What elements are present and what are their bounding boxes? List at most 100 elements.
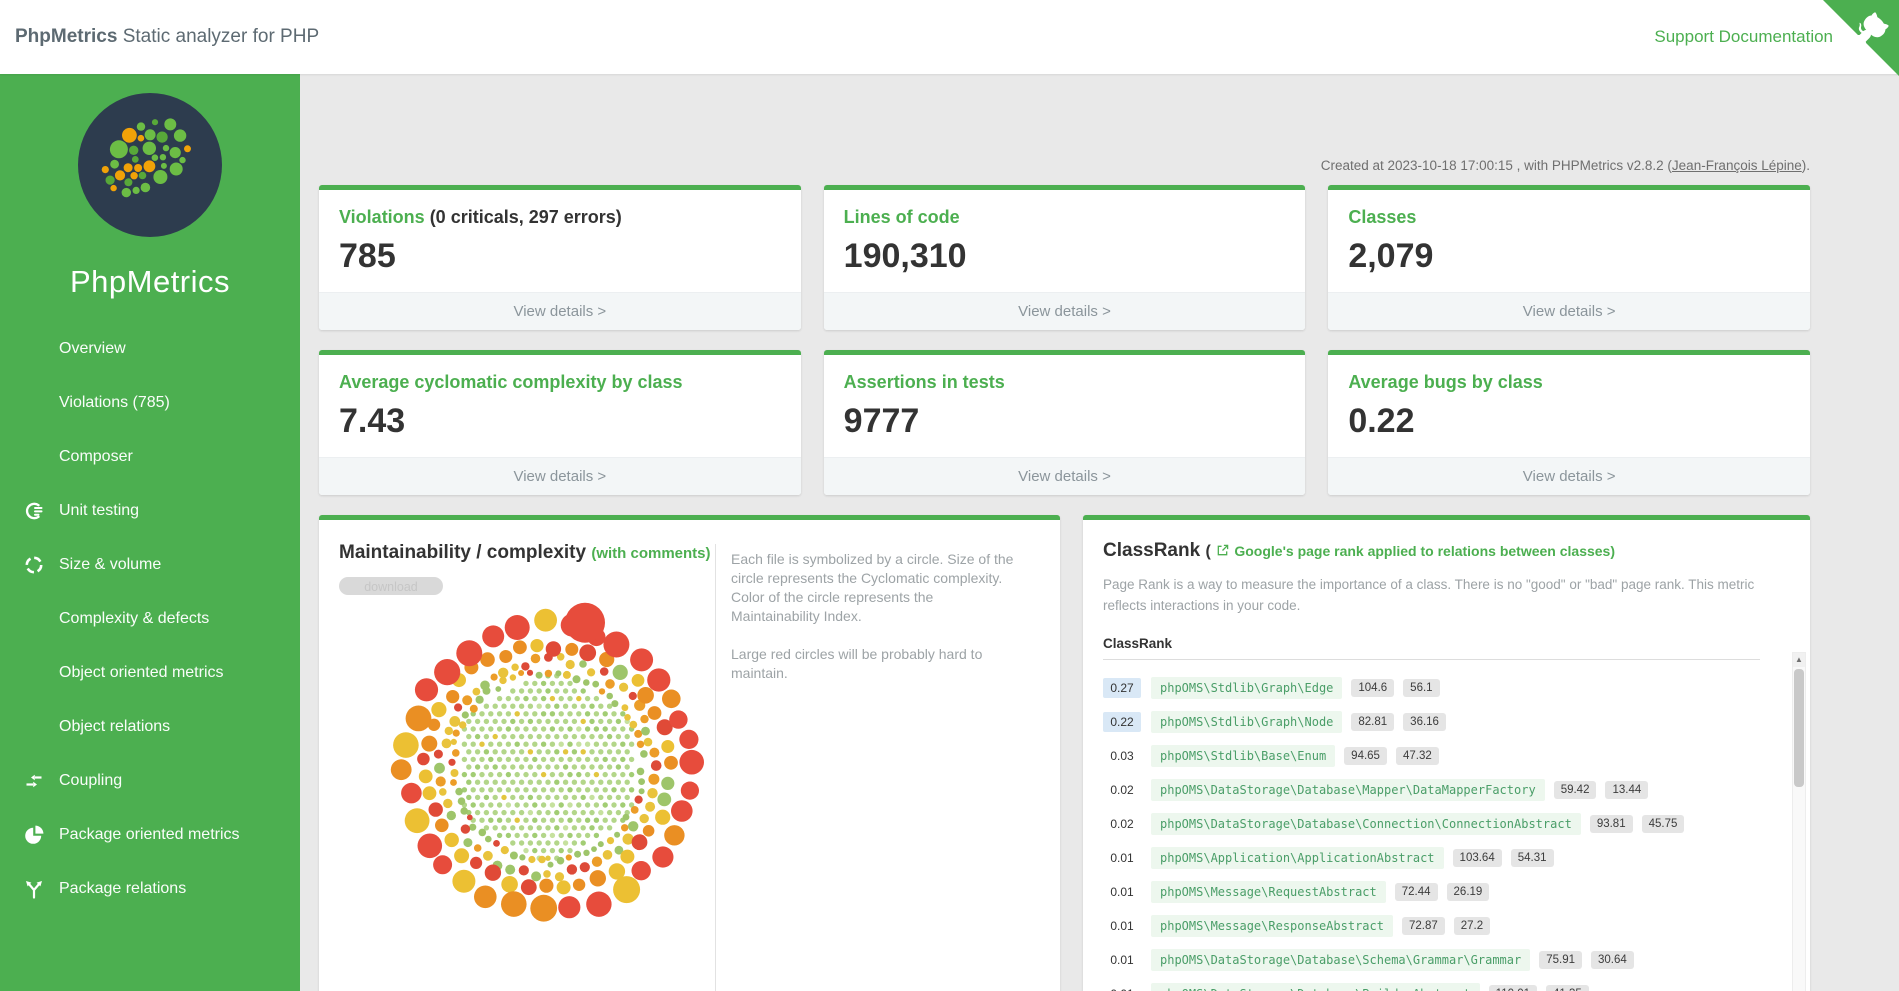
class-name-link[interactable]: phpOMS\DataStorage\Database\Mapper\DataM… [1151, 779, 1545, 801]
external-link-icon [1216, 544, 1229, 557]
classrank-value: 0.27 [1103, 678, 1141, 698]
classrank-value: 0.01 [1103, 950, 1141, 970]
view-details-link[interactable]: View details > [319, 292, 801, 330]
classrank-row: 0.01 phpOMS\DataStorage\Database\Schema\G… [1103, 943, 1760, 977]
sidebar-item-complexity-defects[interactable]: Complexity & defects [0, 592, 300, 646]
classrank-value: 0.01 [1103, 848, 1141, 868]
class-name-link[interactable]: phpOMS\DataStorage\Database\BuilderAbstr… [1151, 983, 1480, 991]
unit-testing-icon [24, 501, 44, 521]
app-brand: PhpMetrics Static analyzer for PHP [15, 0, 319, 74]
sidebar-item-composer[interactable]: Composer [0, 430, 300, 484]
sidebar-item-violations-785[interactable]: Violations (785) [0, 376, 300, 430]
view-details-link[interactable]: View details > [1328, 457, 1810, 495]
sidebar-item-label: Package oriented metrics [59, 826, 240, 843]
classrank-row: 0.01phpOMS\Message\RequestAbstract72.442… [1103, 875, 1760, 909]
class-name-link[interactable]: phpOMS\Stdlib\Graph\Node [1151, 711, 1342, 733]
metric-badge-2: 54.31 [1511, 849, 1554, 867]
class-name-link[interactable]: phpOMS\Message\ResponseAbstract [1151, 915, 1393, 937]
stat-card-average-cyclomatic-complexity-by-class: Average cyclomatic complexity by class 7.… [319, 350, 801, 495]
maintainability-card: Maintainability / complexity (with comme… [319, 515, 1060, 991]
sidebar-item-label: Complexity & defects [59, 610, 209, 627]
class-name-link[interactable]: phpOMS\Stdlib\Graph\Edge [1151, 677, 1342, 699]
metric-badge-2: 56.1 [1403, 679, 1439, 697]
metric-badge-1: 75.91 [1539, 951, 1582, 969]
stat-card-title: Classes [1348, 207, 1790, 228]
sidebar-item-label: Object oriented metrics [59, 664, 224, 681]
maintainability-title: Maintainability / complexity (with comme… [339, 542, 715, 564]
created-at-note: Created at 2023-10-18 17:00:15 , with PH… [319, 158, 1810, 173]
sidebar-item-object-oriented-metrics[interactable]: Object oriented metrics [0, 646, 300, 700]
metric-badge-1: 94.65 [1344, 747, 1387, 765]
created-at-text: Created at 2023-10-18 17:00:15 , with PH… [1321, 158, 1672, 173]
classrank-scrollbar[interactable]: ▲ [1792, 652, 1806, 991]
stat-card-grid: Violations(0 criticals, 297 errors) 785 Vi… [319, 185, 1810, 495]
classrank-title: ClassRank ( Google's page rank applied t… [1103, 540, 1790, 562]
class-name-link[interactable]: phpOMS\Stdlib\Base\Enum [1151, 745, 1335, 767]
github-corner-ribbon[interactable] [1823, 0, 1899, 76]
main-area: Created at 2023-10-18 17:00:15 , with PH… [300, 74, 1899, 991]
classrank-value: 0.03 [1103, 746, 1141, 766]
stat-card-assertions-in-tests: Assertions in tests9777View details > [824, 350, 1306, 495]
sidebar-item-object-relations[interactable]: Object relations [0, 700, 300, 754]
maintainability-warning-text: Large red circles will be probably hard … [731, 645, 1018, 683]
classrank-row: 0.01 phpOMS\Application\ApplicationAbstra… [1103, 841, 1760, 875]
metric-badge-1: 82.81 [1351, 713, 1394, 731]
classrank-value: 0.02 [1103, 780, 1141, 800]
author-link[interactable]: Jean-François Lépine [1672, 158, 1802, 173]
maintainability-description: Each file is symbolized by a circle. Siz… [715, 544, 1060, 991]
class-name-link[interactable]: phpOMS\Application\ApplicationAbstract [1151, 847, 1444, 869]
sidebar-item-label: Package relations [59, 880, 186, 897]
branch-arrows-icon [24, 879, 44, 899]
metric-badge-1: 103.64 [1453, 849, 1502, 867]
sidebar-app-name: PhpMetrics [0, 264, 300, 300]
class-name-link[interactable]: phpOMS\DataStorage\Database\Schema\Gramm… [1151, 949, 1530, 971]
metric-badge-1: 72.44 [1395, 883, 1438, 901]
stat-card-value: 7.43 [339, 402, 781, 441]
github-octocat-icon [1823, 0, 1899, 76]
stat-card-title: Violations(0 criticals, 297 errors) [339, 207, 781, 228]
metric-badge-1: 110.01 [1489, 985, 1537, 991]
sidebar-item-unit-testing[interactable]: Unit testing [0, 484, 300, 538]
sidebar-item-size-volume[interactable]: Size & volume [0, 538, 300, 592]
metric-badge-2: 41.35 [1546, 985, 1589, 991]
stat-card-value: 785 [339, 237, 781, 276]
scrollbar-up-arrow-icon[interactable]: ▲ [1793, 653, 1805, 667]
stat-card-value: 9777 [844, 402, 1286, 441]
support-documentation-link[interactable]: Support Documentation [1654, 0, 1833, 74]
view-details-link[interactable]: View details > [824, 292, 1306, 330]
download-button[interactable]: download [339, 577, 443, 595]
class-name-link[interactable]: phpOMS\Message\RequestAbstract [1151, 881, 1386, 903]
metric-badge-2: 13.44 [1605, 781, 1648, 799]
sidebar-item-package-relations[interactable]: Package relations [0, 862, 300, 916]
classrank-row: 0.01phpOMS\Message\ResponseAbstract72.87… [1103, 909, 1760, 943]
view-details-link[interactable]: View details > [319, 457, 801, 495]
sidebar-item-coupling[interactable]: Coupling [0, 754, 300, 808]
metric-badge-2: 45.75 [1642, 815, 1685, 833]
classrank-info-link[interactable]: Google's page rank applied to relations … [1234, 543, 1615, 559]
app-header: PhpMetrics Static analyzer for PHP Suppo… [0, 0, 1899, 74]
classrank-table-header: ClassRank [1103, 636, 1760, 660]
sidebar-item-overview[interactable]: Overview [0, 322, 300, 376]
scrollbar-thumb[interactable] [1794, 669, 1804, 787]
stat-card-average-bugs-by-class: Average bugs by class0.22View details > [1328, 350, 1810, 495]
size-volume-icon [24, 555, 44, 575]
sidebar-nav: Overview Violations (785) ComposerUnit tes… [0, 322, 300, 916]
classrank-value: 0.02 [1103, 814, 1141, 834]
brand-name: PhpMetrics [15, 26, 117, 47]
metric-badge-2: 27.2 [1454, 917, 1490, 935]
stat-card-title: Average cyclomatic complexity by class [339, 372, 781, 393]
classrank-value: 0.01 [1103, 916, 1141, 936]
class-name-link[interactable]: phpOMS\DataStorage\Database\Connection\C… [1151, 813, 1581, 835]
classrank-value: 0.22 [1103, 712, 1141, 732]
stat-card-value: 0.22 [1348, 402, 1790, 441]
maintainability-subtitle: (with comments) [591, 545, 710, 562]
classrank-row: 0.27phpOMS\Stdlib\Graph\Edge104.656.1 [1103, 671, 1760, 705]
sidebar-item-label: Violations (785) [59, 394, 170, 411]
stat-card-value: 190,310 [844, 237, 1286, 276]
view-details-link[interactable]: View details > [824, 457, 1306, 495]
view-details-link[interactable]: View details > [1328, 292, 1810, 330]
stat-card-violations: Violations(0 criticals, 297 errors) 785 Vi… [319, 185, 801, 330]
sidebar-item-package-oriented-metrics[interactable]: Package oriented metrics [0, 808, 300, 862]
maintainability-bubble-chart[interactable] [383, 595, 713, 935]
classrank-table: ClassRank 0.27 phpOMS\Stdlib\Graph\Edge 10… [1103, 636, 1790, 991]
